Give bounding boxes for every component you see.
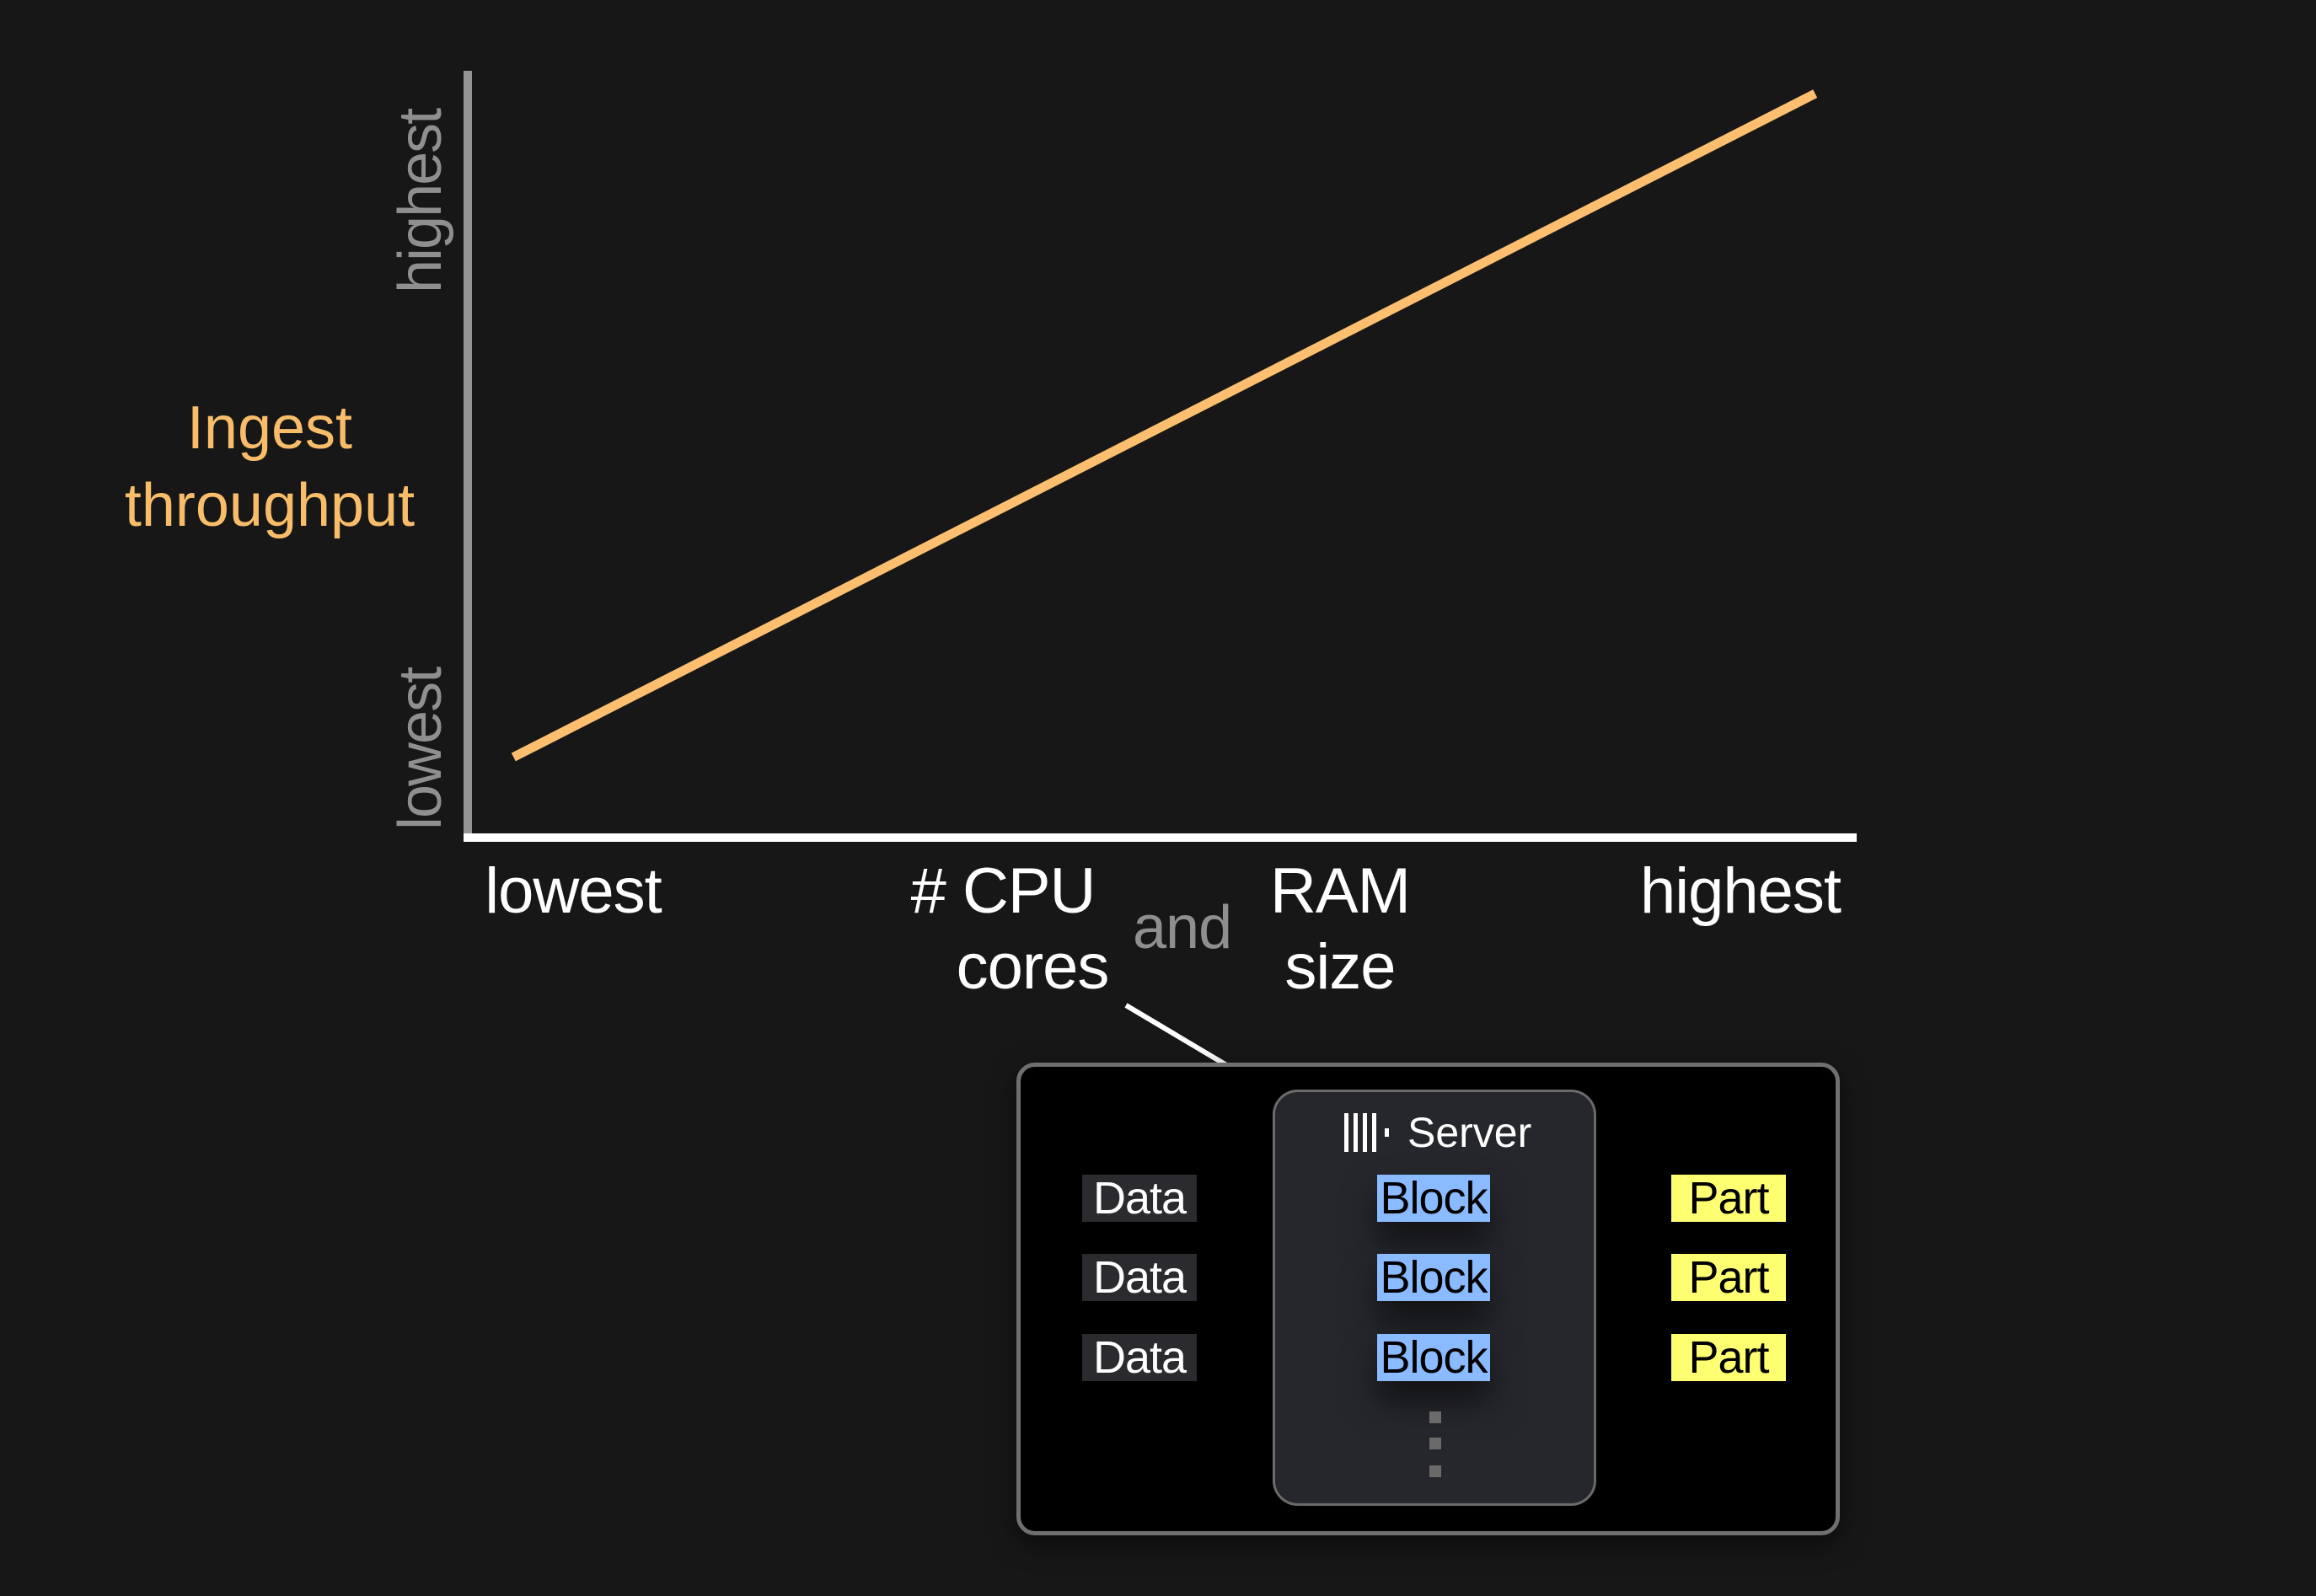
y-axis-title-line1: Ingest (186, 394, 353, 462)
data-box: Data (1082, 1252, 1197, 1303)
block-box: Block (1377, 1332, 1490, 1383)
part-box: Part (1671, 1332, 1786, 1383)
ellipsis-dot (1429, 1465, 1441, 1477)
x-axis (464, 833, 1857, 842)
x-label-cpu-line1: # CPU (910, 855, 1096, 927)
throughput-line (511, 89, 1818, 762)
data-box: Data (1082, 1332, 1197, 1383)
data-box: Data (1082, 1173, 1197, 1224)
x-label-cpu-line2: cores (956, 931, 1110, 1003)
block-box: Block (1377, 1173, 1490, 1224)
x-tick-highest: highest (1639, 855, 1842, 927)
part-box: Part (1671, 1173, 1786, 1224)
x-label-ram-line1: RAM (1270, 855, 1411, 927)
y-tick-lowest: lowest (387, 667, 454, 830)
clickhouse-logo-icon (1344, 1113, 1389, 1152)
y-axis (464, 71, 472, 842)
server-header: Server (1344, 1106, 1531, 1160)
x-label-and: and (1133, 894, 1232, 961)
block-box: Block (1377, 1252, 1490, 1303)
x-tick-lowest: lowest (485, 855, 662, 927)
x-label-ram-line2: size (1284, 931, 1396, 1003)
y-axis-title: Ingest throughput (93, 389, 447, 544)
ellipsis-dot (1429, 1438, 1441, 1449)
ellipsis-dot (1429, 1411, 1441, 1423)
y-axis-title-line2: throughput (124, 472, 415, 539)
part-box: Part (1671, 1252, 1786, 1303)
server-label: Server (1407, 1109, 1532, 1156)
y-tick-highest: highest (387, 109, 454, 293)
